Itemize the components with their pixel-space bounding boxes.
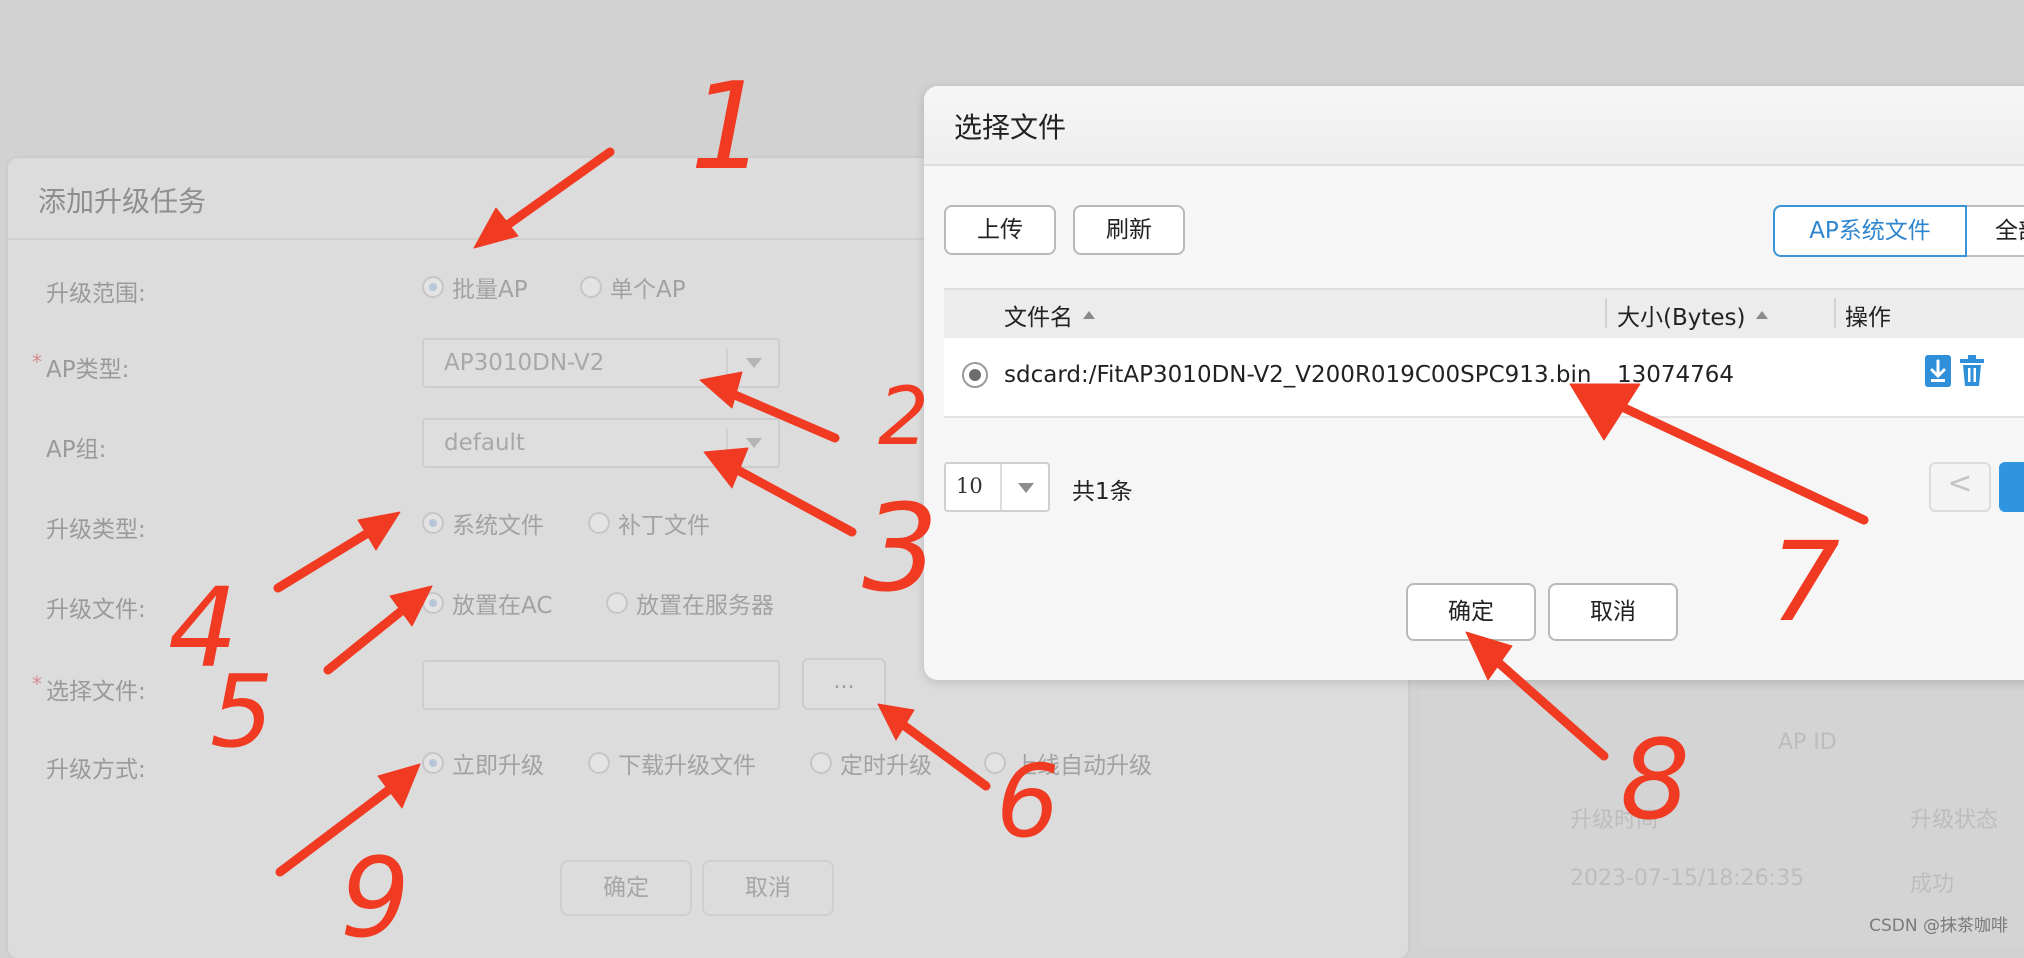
- label-ap-type: AP类型:: [46, 357, 130, 383]
- bg-cancel-button[interactable]: 取消: [702, 860, 834, 916]
- radio-circle-checked[interactable]: [422, 592, 444, 614]
- prev-page-button[interactable]: <: [1929, 462, 1991, 512]
- radio-scheduled-upgrade[interactable]: 定时升级: [810, 746, 932, 780]
- sort-asc-icon[interactable]: [1755, 311, 1768, 319]
- confirm-button[interactable]: 确定: [1406, 583, 1536, 641]
- column-divider: [1605, 298, 1607, 328]
- ap-id-select[interactable]: AP ID: [1778, 730, 1837, 755]
- bg-confirm-button[interactable]: 确定: [560, 860, 692, 916]
- label-upgrade-method: 升级方式:: [46, 757, 146, 783]
- refresh-button[interactable]: 刷新: [1073, 205, 1185, 255]
- radio-auto-upgrade-online[interactable]: 上线自动升级: [984, 746, 1152, 780]
- radio-circle[interactable]: [580, 276, 602, 298]
- modal-header: 选择文件: [924, 86, 2024, 166]
- radio-place-on-server[interactable]: 放置在服务器: [606, 586, 774, 620]
- radio-circle-checked[interactable]: [422, 512, 444, 534]
- radio-single-ap[interactable]: 单个AP: [580, 270, 686, 304]
- dialog-title: 添加升级任务: [38, 185, 207, 218]
- tab-ap-system-files[interactable]: AP系统文件: [1773, 205, 1967, 257]
- ap-group-value: default: [444, 430, 525, 456]
- col-file-size[interactable]: 大小(Bytes): [1617, 298, 1768, 332]
- watermark: CSDN @抹茶咖啡: [1869, 916, 2008, 936]
- radio-circle[interactable]: [588, 512, 610, 534]
- radio-label: 放置在服务器: [636, 593, 774, 619]
- page-size-select[interactable]: 10: [944, 462, 1050, 512]
- trash-icon[interactable]: [1958, 354, 1986, 388]
- radio-label: 定时升级: [840, 753, 932, 779]
- row-upgrade-method: 升级方式: 立即升级 下载升级文件 定时升级 上线自动升级: [8, 738, 1408, 798]
- radio-label: 下载升级文件: [618, 753, 756, 779]
- chevron-down-icon[interactable]: [746, 438, 762, 448]
- select-divider: [1000, 464, 1002, 510]
- radio-circle[interactable]: [810, 752, 832, 774]
- record-time: 2023-07-15/18:26:35: [1570, 866, 1805, 891]
- col-file-name-label: 文件名: [1004, 305, 1073, 331]
- radio-label: 上线自动升级: [1014, 753, 1152, 779]
- label-upgrade-scope: 升级范围:: [46, 281, 146, 307]
- upgrade-record-panel: AP ID 升级时间 升级状态 2023-07-15/18:26:35 成功: [1420, 690, 2024, 946]
- col-upgrade-time: 升级时间: [1570, 808, 1659, 833]
- chevron-down-icon[interactable]: [746, 358, 762, 368]
- radio-circle[interactable]: [606, 592, 628, 614]
- radio-place-on-ac[interactable]: 放置在AC: [422, 586, 552, 620]
- label-choose-file: 选择文件:: [46, 679, 146, 705]
- file-table-header: 文件名 大小(Bytes) 操作: [944, 288, 2024, 340]
- col-file-size-label: 大小(Bytes): [1617, 305, 1746, 331]
- label-upgrade-type: 升级类型:: [46, 517, 146, 543]
- col-upgrade-status: 升级状态: [1910, 808, 1999, 833]
- chevron-down-icon[interactable]: [1018, 483, 1034, 493]
- table-row[interactable]: sdcard:/FitAP3010DN-V2_V200R019C00SPC913…: [944, 338, 2024, 418]
- select-file-modal: 选择文件 上传 刷新 AP系统文件 全部 文件名 大小(Bytes) 操作 sd…: [924, 86, 2024, 680]
- col-operations: 操作: [1845, 305, 1891, 331]
- radio-circle[interactable]: [984, 752, 1006, 774]
- page-size-value: 10: [956, 474, 983, 498]
- row-select-radio[interactable]: [962, 362, 988, 388]
- radio-label: 单个AP: [610, 277, 686, 303]
- radio-patch-file[interactable]: 补丁文件: [588, 506, 710, 540]
- select-divider: [726, 348, 728, 380]
- browse-button[interactable]: ...: [802, 658, 886, 710]
- file-path-input[interactable]: [422, 660, 780, 710]
- label-ap-group: AP组:: [46, 437, 107, 463]
- record-status: 成功: [1910, 872, 1955, 897]
- radio-label: 系统文件: [452, 513, 544, 539]
- sort-asc-icon[interactable]: [1083, 311, 1095, 319]
- radio-label: 放置在AC: [452, 593, 553, 619]
- radio-batch-ap[interactable]: 批量AP: [422, 270, 528, 304]
- cancel-button[interactable]: 取消: [1548, 583, 1678, 641]
- column-divider: [1834, 298, 1836, 328]
- radio-download-upgrade-file[interactable]: 下载升级文件: [588, 746, 756, 780]
- file-name-cell: sdcard:/FitAP3010DN-V2_V200R019C00SPC913…: [1004, 362, 1592, 388]
- download-icon[interactable]: [1924, 354, 1952, 388]
- file-size-cell: 13074764: [1617, 362, 1735, 388]
- col-file-name[interactable]: 文件名: [1004, 298, 1095, 332]
- radio-label: 批量AP: [452, 277, 528, 303]
- modal-title: 选择文件: [954, 111, 1067, 144]
- radio-label: 补丁文件: [618, 513, 710, 539]
- ap-type-value: AP3010DN-V2: [444, 350, 605, 376]
- ap-group-select[interactable]: default: [422, 418, 780, 468]
- total-count: 共1条: [1072, 479, 1133, 505]
- required-mark: *: [32, 672, 42, 696]
- upload-button[interactable]: 上传: [944, 205, 1056, 255]
- select-divider: [726, 428, 728, 460]
- radio-system-file[interactable]: 系统文件: [422, 506, 544, 540]
- required-mark: *: [32, 350, 42, 374]
- radio-label: 立即升级: [452, 753, 544, 779]
- ap-type-select[interactable]: AP3010DN-V2: [422, 338, 780, 388]
- current-page-button[interactable]: [1999, 462, 2024, 512]
- radio-upgrade-now[interactable]: 立即升级: [422, 746, 544, 780]
- label-upgrade-file: 升级文件:: [46, 597, 146, 623]
- radio-circle[interactable]: [588, 752, 610, 774]
- radio-circle-checked[interactable]: [422, 276, 444, 298]
- tab-all-files[interactable]: 全部: [1967, 205, 2024, 257]
- radio-circle-checked[interactable]: [422, 752, 444, 774]
